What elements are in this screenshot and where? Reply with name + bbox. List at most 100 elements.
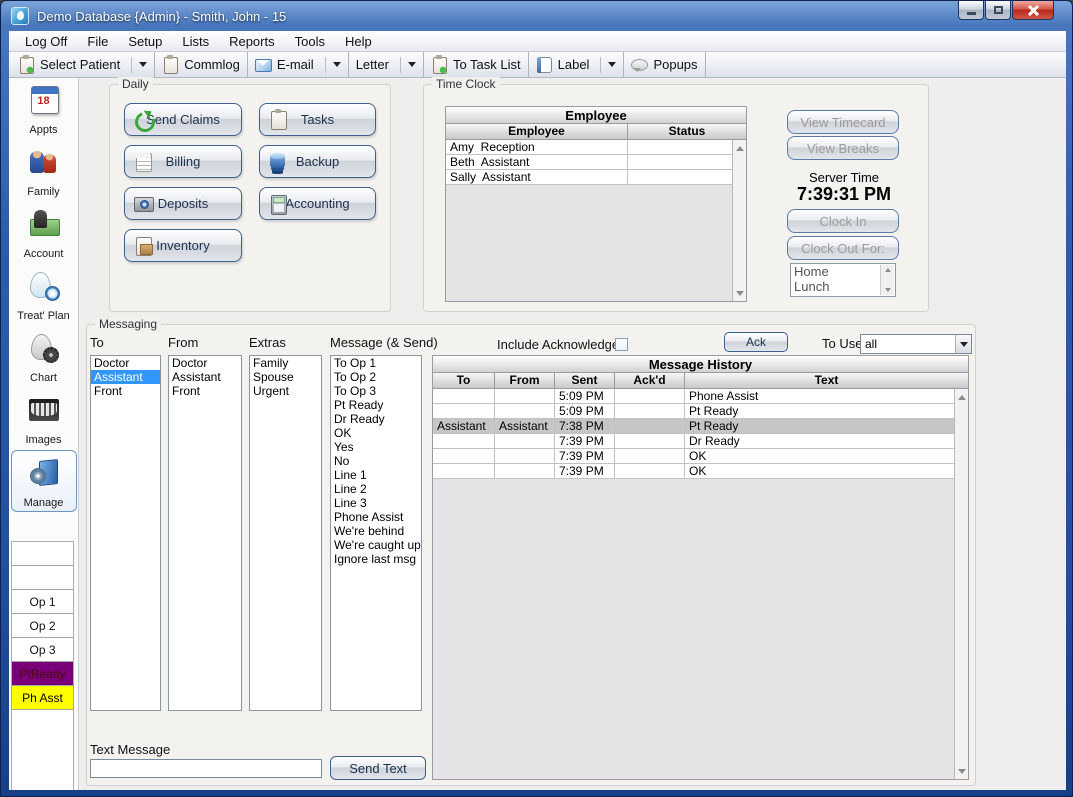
column-header-sent[interactable]: Sent [555,373,615,388]
column-header-status[interactable]: Status [628,124,746,139]
message-list-item[interactable]: To Op 2 [331,370,421,384]
message-list-item[interactable]: Pt Ready [331,398,421,412]
extras-list-item[interactable]: Family [250,356,321,370]
menu-item[interactable]: File [77,32,118,51]
ack-button[interactable]: Ack [724,332,788,352]
close-button[interactable] [1012,1,1054,20]
dropdown-arrow-icon[interactable] [325,57,341,73]
from-list-item[interactable]: Assistant [169,370,241,384]
message-list-item[interactable]: To Op 1 [331,356,421,370]
daily-action-button[interactable]: Backup [259,145,376,178]
clock-out-for-button[interactable]: Clock Out For: [787,236,899,260]
daily-action-button[interactable]: Inventory [124,229,242,262]
daily-action-button[interactable]: Accounting [259,187,376,220]
message-history-row[interactable]: 7:39 PM OK [433,449,954,464]
send-text-button[interactable]: Send Text [330,756,426,780]
message-list-item[interactable]: Yes [331,440,421,454]
include-acknowledged-checkbox[interactable] [615,338,628,351]
clock-in-button[interactable]: Clock In [787,209,899,233]
extras-list-item[interactable]: Spouse [250,370,321,384]
options-scrollbar[interactable] [880,265,894,295]
menu-item[interactable]: Reports [219,32,285,51]
menu-item[interactable]: Log Off [15,32,77,51]
message-list-item[interactable]: OK [331,426,421,440]
operatory-cell[interactable] [12,566,73,590]
message-list-item[interactable]: Ignore last msg [331,552,421,566]
combo-dropdown-icon[interactable] [955,335,971,353]
menu-item[interactable]: Help [335,32,382,51]
scroll-up-icon[interactable] [881,266,894,274]
to-user-combobox[interactable]: all [860,334,972,354]
view-breaks-button[interactable]: View Breaks [787,136,899,160]
message-history-row[interactable]: 5:09 PM Pt Ready [433,404,954,419]
from-list-item[interactable]: Front [169,384,241,398]
from-list-item[interactable]: Doctor [169,356,241,370]
employee-row[interactable]: Amy Reception [446,140,732,155]
toolbar-button[interactable]: Letter [349,52,424,77]
operatory-cell[interactable]: Op 3 [12,638,73,662]
employee-grid-scrollbar[interactable] [732,140,746,301]
extras-list-item[interactable]: Urgent [250,384,321,398]
dropdown-arrow-icon[interactable] [131,57,147,73]
toolbar-button[interactable]: Commlog [155,52,248,77]
menu-item[interactable]: Setup [118,32,172,51]
toolbar-button[interactable]: Select Patient [11,52,155,77]
sidebar-module[interactable]: Account [11,202,77,264]
dropdown-arrow-icon[interactable] [400,57,416,73]
daily-action-button[interactable]: Tasks [259,103,376,136]
menu-item[interactable]: Lists [172,32,219,51]
scroll-up-icon[interactable] [955,390,968,404]
message-list-item[interactable]: Line 2 [331,482,421,496]
employee-row[interactable]: Beth Assistant [446,155,732,170]
message-list-item[interactable]: Dr Ready [331,412,421,426]
message-list-item[interactable]: To Op 3 [331,384,421,398]
message-history-row[interactable]: 7:39 PM Dr Ready [433,434,954,449]
toolbar-button[interactable]: To Task List [424,52,529,77]
toolbar-button[interactable]: Label [529,52,625,77]
column-header-ackd[interactable]: Ack'd [615,373,685,388]
message-list-item[interactable]: Phone Assist [331,510,421,524]
scroll-down-icon[interactable] [881,286,894,294]
message-list-item[interactable]: Line 3 [331,496,421,510]
toolbar-button[interactable]: Popups [624,52,705,77]
daily-action-button[interactable]: Billing [124,145,242,178]
minimize-button[interactable] [958,1,984,20]
message-history-row[interactable]: Assistant Assistant 7:38 PM Pt Ready [433,419,954,434]
scroll-down-icon[interactable] [955,764,968,778]
title-bar[interactable]: Demo Database {Admin} - Smith, John - 15 [1,1,1072,31]
operatory-cell[interactable]: Op 1 [12,590,73,614]
message-history-scrollbar[interactable] [954,389,968,779]
to-list-item[interactable]: Assistant [91,370,160,384]
operatory-cell[interactable]: Op 2 [12,614,73,638]
sidebar-module[interactable]: 18 Appts [11,78,77,140]
dropdown-arrow-icon[interactable] [600,57,616,73]
daily-action-button[interactable]: Send Claims [124,103,242,136]
maximize-button[interactable] [985,1,1011,20]
message-list-item[interactable]: We're caught up [331,538,421,552]
operatory-cell[interactable] [12,542,73,566]
toolbar-button[interactable]: E-mail [248,52,349,77]
sidebar-module[interactable]: Images [11,388,77,450]
message-list-item[interactable]: We're behind [331,524,421,538]
menu-item[interactable]: Tools [285,32,335,51]
column-header-text[interactable]: Text [685,373,968,388]
column-header-to[interactable]: To [433,373,495,388]
view-timecard-button[interactable]: View Timecard [787,110,899,134]
message-list-item[interactable]: Line 1 [331,468,421,482]
column-header-from[interactable]: From [495,373,555,388]
message-history-row[interactable]: 7:39 PM OK [433,464,954,479]
text-message-input[interactable] [90,759,322,778]
to-list-item[interactable]: Front [91,384,160,398]
column-header-employee[interactable]: Employee [446,124,628,139]
sidebar-module[interactable]: Manage [11,450,77,512]
employee-row[interactable]: Sally Assistant [446,170,732,185]
message-list-item[interactable]: No [331,454,421,468]
sidebar-module[interactable]: Treat' Plan [11,264,77,326]
sidebar-module[interactable]: Family [11,140,77,202]
daily-action-button[interactable]: Deposits [124,187,242,220]
scroll-down-icon[interactable] [733,286,746,300]
sidebar-module[interactable]: Chart [11,326,77,388]
scroll-up-icon[interactable] [733,141,746,155]
message-history-row[interactable]: 5:09 PM Phone Assist [433,389,954,404]
operatory-cell[interactable]: PtReady [12,662,73,686]
